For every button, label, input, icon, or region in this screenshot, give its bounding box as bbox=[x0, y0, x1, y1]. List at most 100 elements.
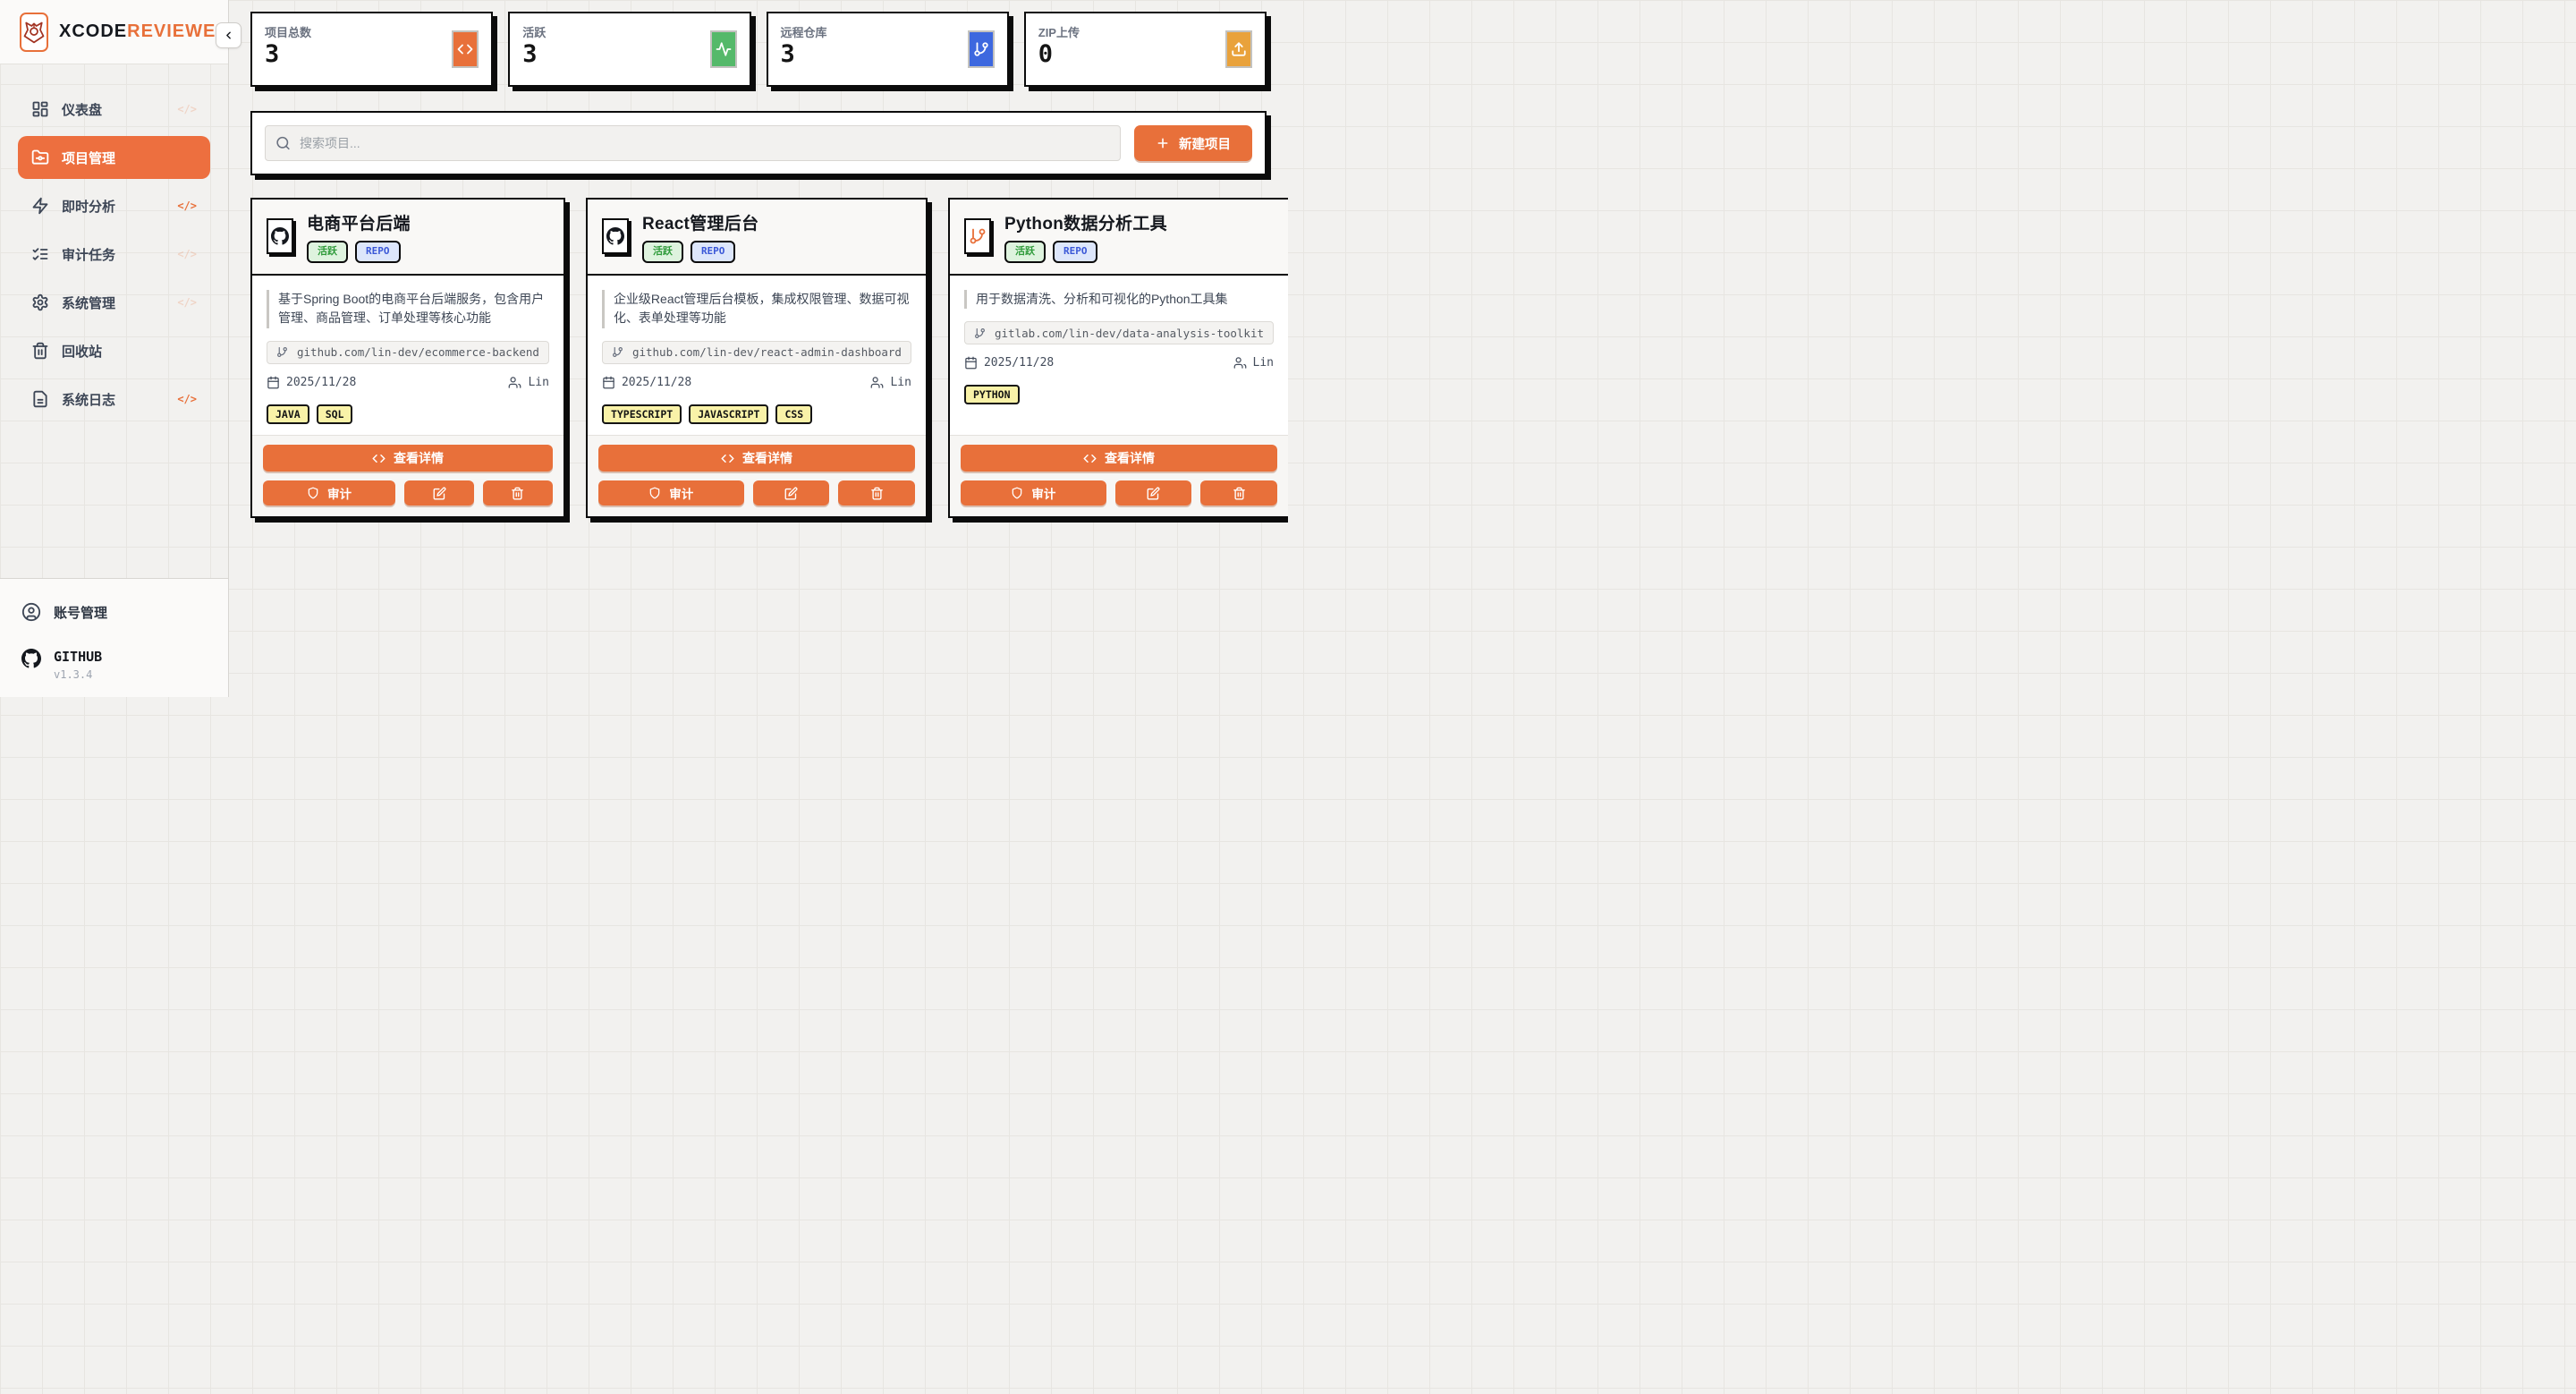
new-project-label: 新建项目 bbox=[1179, 134, 1231, 153]
sidebar-item-system-admin[interactable]: 系统管理 </> bbox=[18, 281, 210, 324]
view-details-label: 查看详情 bbox=[1105, 449, 1155, 467]
calendar-icon bbox=[964, 356, 978, 370]
project-title: Python数据分析工具 bbox=[1004, 210, 1167, 234]
brand-accent: REVIEWER bbox=[127, 21, 230, 41]
sidebar-collapse-button[interactable] bbox=[216, 22, 242, 48]
activity-icon bbox=[710, 30, 737, 68]
edit-button[interactable] bbox=[1115, 480, 1192, 506]
edit-button[interactable] bbox=[404, 480, 474, 506]
status-badge: 活跃 bbox=[307, 241, 348, 263]
trash-icon bbox=[511, 487, 524, 500]
project-meta: 2025/11/28 Lin bbox=[267, 376, 549, 389]
code-marker-icon: </> bbox=[177, 103, 197, 115]
project-card-ecommerce-backend: 电商平台后端 活跃 REPO 基于Spring Boot的电商平台后端服务，包含… bbox=[250, 198, 565, 518]
sidebar-item-system-logs[interactable]: 系统日志 </> bbox=[18, 378, 210, 421]
main-content: 项目总数 3 活跃 3 远程仓库 3 ZIP上 bbox=[229, 0, 1288, 697]
sidebar-item-dashboard[interactable]: 仪表盘 </> bbox=[18, 88, 210, 131]
github-icon bbox=[21, 649, 41, 668]
stat-value: 3 bbox=[522, 40, 736, 68]
git-branch-icon bbox=[968, 30, 995, 68]
github-icon bbox=[267, 218, 293, 254]
stat-value: 3 bbox=[781, 40, 995, 68]
code-marker-icon: </> bbox=[177, 393, 197, 405]
sidebar-item-account[interactable]: 账号管理 bbox=[21, 602, 207, 622]
project-header: 电商平台后端 活跃 REPO bbox=[252, 200, 564, 276]
user-icon bbox=[870, 376, 884, 389]
project-footer: 查看详情 审计 bbox=[950, 435, 1288, 516]
sidebar-item-recycle-bin[interactable]: 回收站 bbox=[18, 329, 210, 372]
audit-button[interactable]: 审计 bbox=[598, 480, 744, 506]
project-date: 2025/11/28 bbox=[622, 376, 691, 389]
sidebar-item-audit-tasks[interactable]: 审计任务 </> bbox=[18, 233, 210, 276]
code-icon bbox=[721, 452, 734, 465]
delete-button[interactable] bbox=[483, 480, 553, 506]
project-tags: JAVA SQL bbox=[267, 404, 549, 424]
file-text-icon bbox=[31, 390, 49, 408]
github-label: GITHUB bbox=[54, 649, 102, 665]
search-wrap bbox=[265, 125, 1121, 161]
code-marker-icon: </> bbox=[177, 200, 197, 212]
sidebar-item-projects[interactable]: 项目管理 bbox=[18, 136, 210, 179]
logo-row: XCODEREVIEWER bbox=[0, 0, 228, 64]
code-marker-icon: </> bbox=[177, 248, 197, 260]
stat-label: ZIP上传 bbox=[1038, 23, 1252, 40]
shield-icon bbox=[307, 487, 319, 499]
sidebar: XCODEREVIEWER 仪表盘 </> 项目管理 即时分析 </> 审计 bbox=[0, 0, 229, 697]
new-project-button[interactable]: 新建项目 bbox=[1134, 125, 1252, 161]
project-owner: Lin bbox=[890, 376, 911, 389]
github-icon bbox=[602, 218, 629, 254]
gear-icon bbox=[31, 293, 49, 311]
stat-card-remote-repos: 远程仓库 3 bbox=[767, 12, 1009, 87]
stat-label: 远程仓库 bbox=[781, 23, 995, 40]
trash-icon bbox=[31, 342, 49, 360]
code-icon bbox=[452, 30, 479, 68]
project-body: 基于Spring Boot的电商平台后端服务，包含用户管理、商品管理、订单处理等… bbox=[252, 276, 564, 436]
tag: TYPESCRIPT bbox=[602, 404, 682, 424]
project-date: 2025/11/28 bbox=[286, 376, 356, 389]
git-branch-icon bbox=[974, 327, 986, 339]
repo-url-text: github.com/lin-dev/ecommerce-backend bbox=[297, 345, 539, 359]
brand-primary: XCODE bbox=[59, 21, 127, 41]
app-root: XCODEREVIEWER 仪表盘 </> 项目管理 即时分析 </> 审计 bbox=[0, 0, 1288, 697]
project-repo-url: gitlab.com/lin-dev/data-analysis-toolkit bbox=[964, 321, 1274, 344]
user-icon bbox=[508, 376, 521, 389]
repo-badge: REPO bbox=[691, 241, 736, 263]
project-title: React管理后台 bbox=[642, 210, 758, 234]
trash-icon bbox=[1233, 487, 1246, 500]
edit-button[interactable] bbox=[753, 480, 830, 506]
delete-button[interactable] bbox=[1200, 480, 1277, 506]
audit-label: 审计 bbox=[1031, 484, 1055, 502]
user-circle-icon bbox=[21, 602, 41, 622]
project-body: 用于数据清洗、分析和可视化的Python工具集 gitlab.com/lin-d… bbox=[950, 276, 1288, 436]
sidebar-item-instant-analysis[interactable]: 即时分析 </> bbox=[18, 184, 210, 227]
view-details-button[interactable]: 查看详情 bbox=[263, 445, 553, 472]
project-description: 企业级React管理后台模板，集成权限管理、数据可视化、表单处理等功能 bbox=[602, 290, 911, 328]
search-input[interactable] bbox=[265, 125, 1121, 161]
audit-button[interactable]: 审计 bbox=[961, 480, 1106, 506]
git-branch-icon bbox=[276, 346, 288, 358]
version-label: v1.3.4 bbox=[54, 668, 102, 681]
tag: PYTHON bbox=[964, 385, 1020, 404]
sidebar-item-label: 审计任务 bbox=[62, 245, 115, 264]
search-icon bbox=[275, 136, 291, 151]
edit-icon bbox=[1147, 487, 1160, 500]
trash-icon bbox=[870, 487, 884, 500]
plus-icon bbox=[1156, 136, 1170, 150]
view-details-button[interactable]: 查看详情 bbox=[598, 445, 915, 472]
project-tags: PYTHON bbox=[964, 385, 1274, 404]
upload-icon bbox=[1225, 30, 1252, 68]
tag: JAVA bbox=[267, 404, 309, 424]
user-icon bbox=[1233, 356, 1247, 370]
dashboard-icon bbox=[31, 100, 49, 118]
github-version-row: GITHUB v1.3.4 bbox=[21, 649, 207, 681]
tag: SQL bbox=[317, 404, 353, 424]
view-details-button[interactable]: 查看详情 bbox=[961, 445, 1277, 472]
audit-button[interactable]: 审计 bbox=[263, 480, 395, 506]
status-badge: 活跃 bbox=[1004, 241, 1046, 263]
delete-button[interactable] bbox=[838, 480, 915, 506]
stat-card-total-projects: 项目总数 3 bbox=[250, 12, 493, 87]
fox-logo-icon bbox=[20, 13, 48, 52]
project-owner: Lin bbox=[528, 376, 548, 389]
view-details-label: 查看详情 bbox=[742, 449, 792, 467]
code-marker-icon: </> bbox=[177, 296, 197, 309]
